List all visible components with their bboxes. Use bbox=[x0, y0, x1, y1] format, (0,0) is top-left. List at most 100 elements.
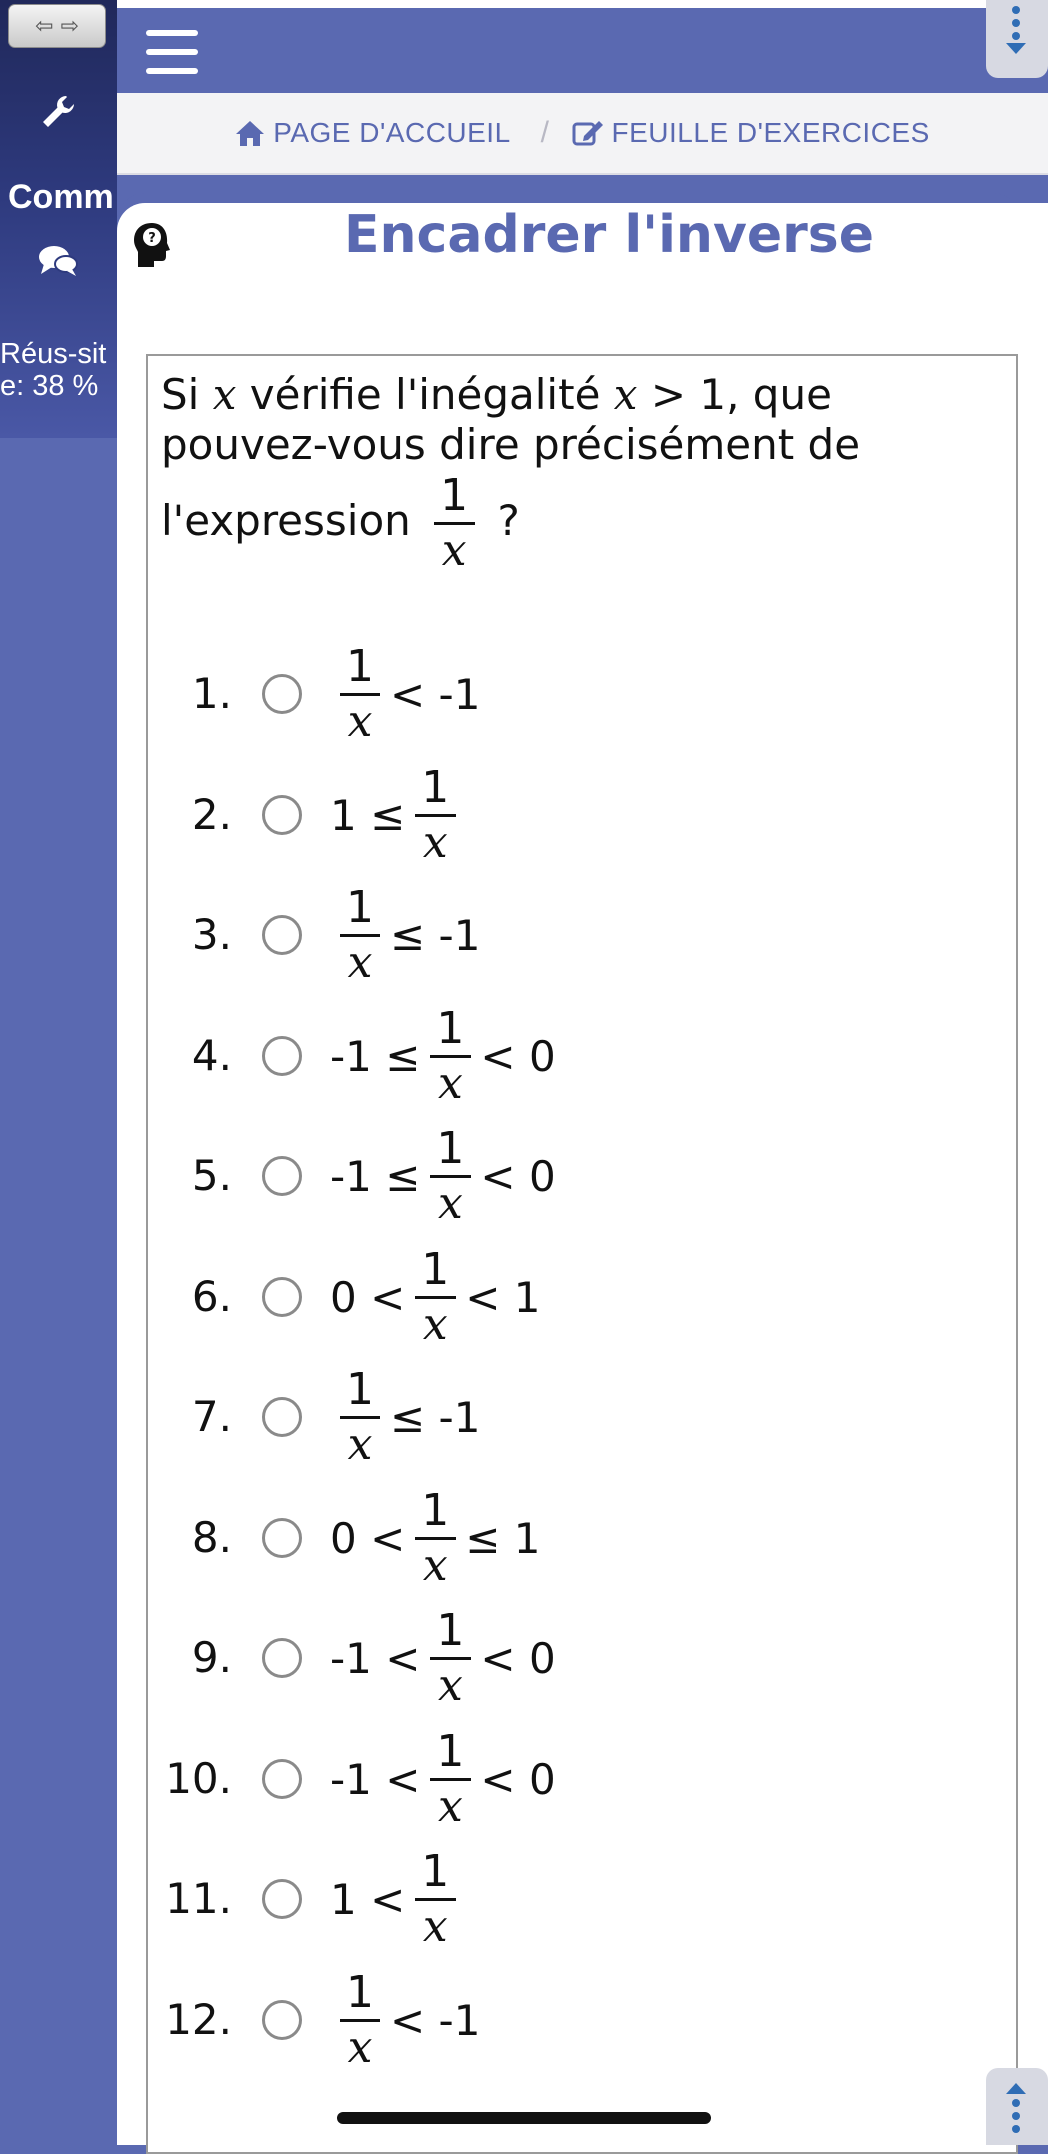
option-number: 10. bbox=[165, 1754, 232, 1803]
option-expression: -1 <1 x < 0 bbox=[330, 1605, 556, 1711]
expression-right: < -1 bbox=[390, 1995, 481, 2045]
home-icon bbox=[236, 121, 265, 146]
wrench-icon[interactable] bbox=[38, 92, 78, 132]
expression-left: 1 ≤ bbox=[330, 790, 406, 840]
option-expression: 1 x ≤ -1 bbox=[330, 882, 481, 988]
answer-option[interactable]: 1. 1 x < -1 bbox=[146, 641, 1006, 747]
fraction-one-over-x: 1x bbox=[413, 1485, 457, 1592]
question-fraction: 1 x bbox=[432, 470, 476, 577]
answer-option[interactable]: 7. 1 x ≤ -1 bbox=[146, 1364, 1006, 1470]
option-number: 6. bbox=[191, 1272, 232, 1321]
expression-right: < 0 bbox=[480, 1151, 556, 1201]
answer-option[interactable]: 2. 1 ≤1 x bbox=[146, 762, 1006, 868]
option-number: 7. bbox=[191, 1392, 232, 1441]
top-bar bbox=[117, 8, 1048, 93]
option-number: 8. bbox=[191, 1513, 232, 1562]
hamburger-menu-icon[interactable] bbox=[146, 30, 198, 74]
expression-left: 0 < bbox=[330, 1272, 406, 1322]
comments-label[interactable]: Comm bbox=[8, 178, 117, 217]
home-indicator[interactable] bbox=[337, 2112, 711, 2124]
option-expression: -1 ≤1 x < 0 bbox=[330, 1003, 556, 1109]
fraction-one-over-x: 1x bbox=[428, 1726, 472, 1833]
kebab-menu-button[interactable] bbox=[986, 0, 1048, 78]
sidebar: ⇦ ⇨ Comm Réus-site: 38 % bbox=[0, 0, 117, 2145]
fraction-one-over-x: 1x bbox=[338, 641, 382, 748]
option-expression: 1 x < -1 bbox=[330, 1967, 481, 2073]
chat-icon[interactable] bbox=[38, 244, 78, 278]
breadcrumb-exercises[interactable]: FEUILLE D'EXERCICES bbox=[572, 117, 930, 149]
expression-left: -1 ≤ bbox=[330, 1151, 421, 1201]
answer-option[interactable]: 4. -1 ≤1 x < 0 bbox=[146, 1003, 1006, 1109]
option-expression: 1 x ≤ -1 bbox=[330, 1364, 481, 1470]
fraction-one-over-x: 1x bbox=[413, 762, 457, 869]
page-title: Encadrer l'inverse bbox=[344, 205, 874, 265]
breadcrumb-home[interactable]: PAGE D'ACCUEIL bbox=[235, 117, 510, 149]
expression-right: < 0 bbox=[480, 1754, 556, 1804]
radio-button[interactable] bbox=[262, 1879, 302, 1919]
option-expression: 0 <1 x < 1 bbox=[330, 1244, 541, 1350]
radio-button[interactable] bbox=[262, 674, 302, 714]
expression-left: 0 < bbox=[330, 1513, 406, 1563]
kebab-menu-icon bbox=[1006, 6, 1026, 54]
answer-option[interactable]: 10. -1 <1 x < 0 bbox=[146, 1726, 1006, 1832]
option-number: 2. bbox=[191, 790, 232, 839]
expression-left: -1 < bbox=[330, 1633, 421, 1683]
fraction-one-over-x: 1x bbox=[428, 1123, 472, 1230]
expression-left: -1 < bbox=[330, 1754, 421, 1804]
breadcrumb-separator: / bbox=[540, 116, 550, 149]
radio-button[interactable] bbox=[262, 1397, 302, 1437]
fraction-one-over-x: 1x bbox=[428, 1605, 472, 1712]
fraction-one-over-x: 1x bbox=[338, 1364, 382, 1471]
option-expression: 1 ≤1 x bbox=[330, 762, 465, 868]
edit-icon bbox=[572, 121, 603, 146]
arrows-icon: ⇦ ⇨ bbox=[35, 13, 79, 39]
answer-option[interactable]: 12. 1 x < -1 bbox=[146, 1967, 1006, 2073]
option-expression: -1 <1 x < 0 bbox=[330, 1726, 556, 1832]
expression-right: ≤ 1 bbox=[465, 1513, 541, 1563]
radio-button[interactable] bbox=[262, 795, 302, 835]
answer-option[interactable]: 6. 0 <1 x < 1 bbox=[146, 1244, 1006, 1350]
option-expression: 0 <1 x ≤ 1 bbox=[330, 1485, 541, 1591]
option-number: 12. bbox=[165, 1995, 232, 2044]
radio-button[interactable] bbox=[262, 915, 302, 955]
expression-right: < -1 bbox=[390, 669, 481, 719]
option-expression: -1 ≤1 x < 0 bbox=[330, 1123, 556, 1229]
radio-button[interactable] bbox=[262, 1156, 302, 1196]
answer-option[interactable]: 11. 1 <1 x bbox=[146, 1846, 1006, 1952]
answer-option[interactable]: 8. 0 <1 x ≤ 1 bbox=[146, 1485, 1006, 1591]
radio-button[interactable] bbox=[262, 1759, 302, 1799]
radio-button[interactable] bbox=[262, 1036, 302, 1076]
expression-right: < 0 bbox=[480, 1633, 556, 1683]
radio-button[interactable] bbox=[262, 2000, 302, 2040]
expression-right: ≤ -1 bbox=[390, 910, 481, 960]
expression-right: ≤ -1 bbox=[390, 1392, 481, 1442]
option-expression: 1 <1 x bbox=[330, 1846, 465, 1952]
fraction-one-over-x: 1x bbox=[338, 1967, 382, 2074]
radio-button[interactable] bbox=[262, 1638, 302, 1678]
fraction-one-over-x: 1x bbox=[428, 1003, 472, 1110]
breadcrumb-exercises-label: FEUILLE D'EXERCICES bbox=[611, 117, 930, 148]
breadcrumb: PAGE D'ACCUEIL / FEUILLE D'EXERCICES bbox=[117, 93, 1048, 175]
nav-arrows-button[interactable]: ⇦ ⇨ bbox=[8, 4, 106, 48]
question-text: Si x vérifie l'inégalité x > 1, que pouv… bbox=[161, 370, 861, 577]
fraction-one-over-x: 1x bbox=[413, 1846, 457, 1953]
scroll-up-button[interactable] bbox=[986, 2068, 1048, 2145]
expression-left: -1 ≤ bbox=[330, 1031, 421, 1081]
top-edge bbox=[117, 0, 1048, 8]
answer-option[interactable]: 9. -1 <1 x < 0 bbox=[146, 1605, 1006, 1711]
answer-option[interactable]: 3. 1 x ≤ -1 bbox=[146, 882, 1006, 988]
option-number: 11. bbox=[165, 1874, 232, 1923]
option-number: 3. bbox=[191, 910, 232, 959]
radio-button[interactable] bbox=[262, 1518, 302, 1558]
option-number: 9. bbox=[191, 1633, 232, 1682]
answer-option[interactable]: 5. -1 ≤1 x < 0 bbox=[146, 1123, 1006, 1229]
fraction-one-over-x: 1x bbox=[413, 1244, 457, 1351]
option-expression: 1 x < -1 bbox=[330, 641, 481, 747]
expression-left: 1 < bbox=[330, 1874, 406, 1924]
scroll-up-icon bbox=[1006, 2083, 1026, 2133]
expression-right: < 0 bbox=[480, 1031, 556, 1081]
option-number: 5. bbox=[191, 1151, 232, 1200]
radio-button[interactable] bbox=[262, 1277, 302, 1317]
option-number: 4. bbox=[191, 1031, 232, 1080]
success-rate: Réus-site: 38 % bbox=[0, 338, 107, 402]
